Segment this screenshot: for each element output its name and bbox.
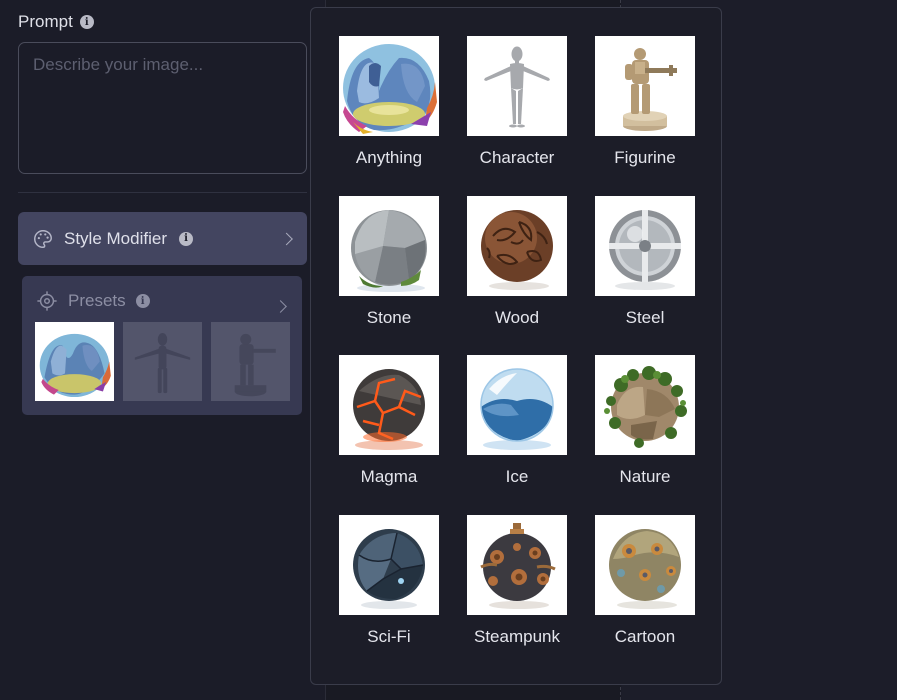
style-label: Nature <box>619 467 671 486</box>
info-icon[interactable]: i <box>178 231 193 246</box>
style-label: Ice <box>505 467 529 486</box>
style-label: Steel <box>625 307 665 327</box>
target-icon <box>36 290 58 312</box>
style-label: Steampunk <box>474 626 560 646</box>
style-image-anything <box>339 36 439 136</box>
style-image-cartoon <box>595 514 695 615</box>
style-label: Cartoon <box>614 626 676 646</box>
style-image-steampunk <box>467 514 567 615</box>
style-label: Magma <box>360 467 418 486</box>
presets-header: Presets i <box>36 290 150 312</box>
style-option-magma[interactable]: Magma <box>339 355 439 515</box>
style-modifier-button[interactable]: Style Modifier i <box>18 212 307 265</box>
preset-thumb-anything[interactable] <box>35 322 114 401</box>
style-option-nature[interactable]: Nature <box>595 355 695 515</box>
style-label: Wood <box>494 307 540 327</box>
style-image-steel <box>595 195 695 296</box>
style-label: Character <box>479 148 555 167</box>
info-icon[interactable]: i <box>79 15 94 29</box>
style-image-stone <box>339 195 439 296</box>
style-label: Anything <box>355 148 423 167</box>
style-image-character <box>467 36 567 136</box>
style-option-sci-fi[interactable]: Sci-Fi <box>339 514 439 675</box>
preset-thumb-figurine[interactable] <box>211 322 290 401</box>
prompt-field[interactable] <box>18 42 307 174</box>
style-option-steel[interactable]: Steel <box>595 195 695 356</box>
style-label: Stone <box>366 307 412 327</box>
palette-icon <box>32 228 54 250</box>
style-option-cartoon[interactable]: Cartoon <box>595 514 695 675</box>
style-grid: Anything Character Figurine Stone Wood S… <box>339 36 695 674</box>
preset-thumbnails <box>35 322 290 401</box>
prompt-input[interactable] <box>19 43 306 173</box>
divider <box>18 192 307 193</box>
chevron-right-icon <box>280 232 293 245</box>
style-image-sci-fi <box>339 514 439 615</box>
style-option-character[interactable]: Character <box>467 36 567 196</box>
prompt-label: Prompt <box>18 12 73 31</box>
style-image-wood <box>467 195 567 296</box>
info-icon[interactable]: i <box>135 294 150 308</box>
presets-panel[interactable]: Presets i <box>22 276 302 415</box>
style-image-nature <box>595 355 695 455</box>
style-image-magma <box>339 355 439 455</box>
style-image-figurine <box>595 36 695 136</box>
style-option-figurine[interactable]: Figurine <box>595 36 695 196</box>
style-picker-popup: Anything Character Figurine Stone Wood S… <box>310 7 722 685</box>
style-modifier-label: Style Modifier <box>64 228 167 248</box>
style-label: Sci-Fi <box>367 626 411 646</box>
style-option-anything[interactable]: Anything <box>339 36 439 196</box>
style-option-ice[interactable]: Ice <box>467 355 567 515</box>
prompt-label-row: Prompt i <box>18 12 94 32</box>
preset-thumb-character[interactable] <box>123 322 202 401</box>
style-label: Figurine <box>614 148 676 167</box>
app-root: Prompt i Style Modifier i <box>0 0 897 700</box>
style-option-stone[interactable]: Stone <box>339 195 439 356</box>
style-option-wood[interactable]: Wood <box>467 195 567 356</box>
presets-label: Presets <box>68 291 126 310</box>
chevron-right-icon[interactable] <box>274 300 287 313</box>
style-option-steampunk[interactable]: Steampunk <box>467 514 567 675</box>
style-image-ice <box>467 355 567 455</box>
